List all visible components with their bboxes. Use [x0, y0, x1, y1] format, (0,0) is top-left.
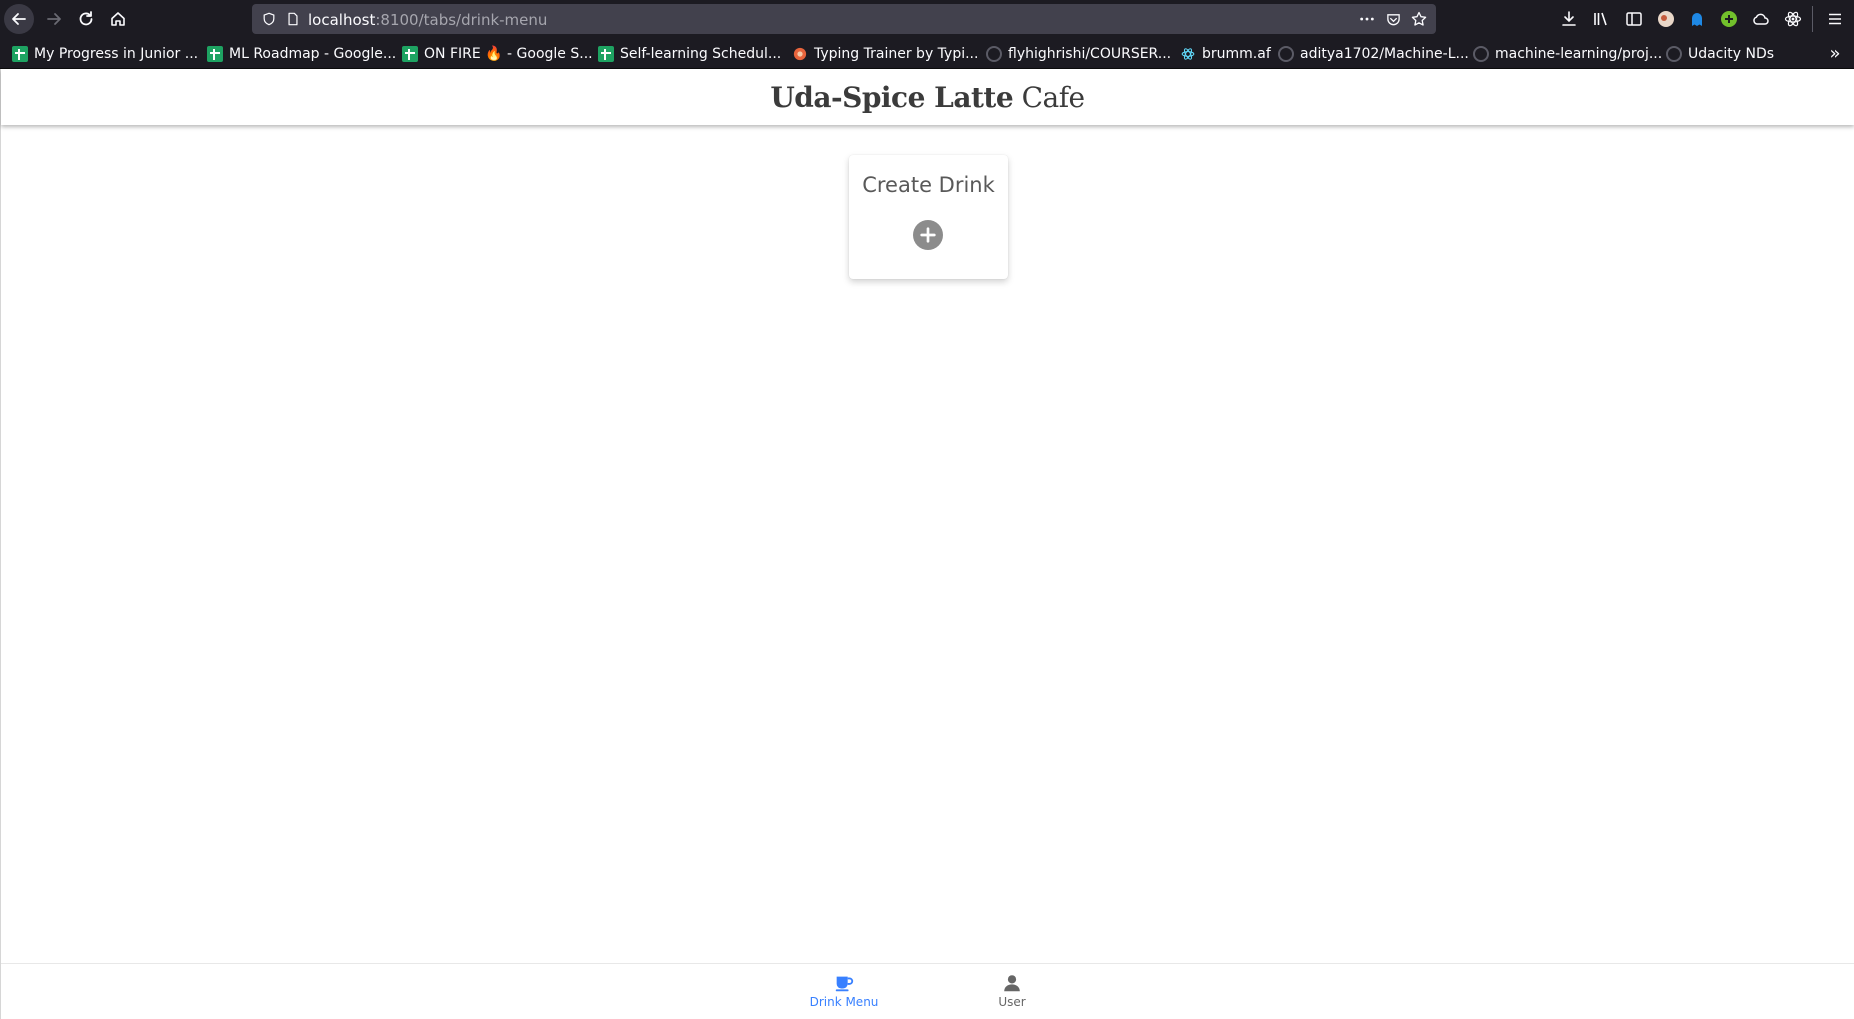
- reload-button[interactable]: [70, 4, 102, 34]
- github-icon: [1473, 46, 1489, 62]
- ghost-icon: [1692, 13, 1702, 26]
- bookmarks-overflow-chevron-icon[interactable]: »: [1824, 42, 1846, 64]
- library-icon: [1594, 12, 1607, 26]
- bookmark-item[interactable]: Udacity NDs: [1666, 44, 1774, 64]
- create-drink-title: Create Drink: [862, 173, 995, 197]
- github-icon: [1278, 46, 1294, 62]
- forward-button[interactable]: [38, 4, 70, 34]
- bookmark-label: machine-learning/proj...: [1495, 46, 1663, 62]
- url-bar[interactable]: localhost:8100/tabs/drink-menu: [252, 4, 1436, 34]
- library-button[interactable]: [1590, 8, 1612, 30]
- sidebar-button[interactable]: [1623, 8, 1645, 30]
- tab-label: Drink Menu: [809, 995, 879, 1009]
- browser-toolbar: localhost:8100/tabs/drink-menu: [0, 0, 1854, 38]
- bookmark-label: aditya1702/Machine-L...: [1300, 46, 1469, 62]
- bookmark-label: My Progress in Junior ...: [34, 46, 199, 62]
- app-header: Uda-Spice Latte Cafe: [1, 69, 1854, 125]
- url-path: :8100/tabs/drink-menu: [375, 11, 548, 29]
- plus-circle-icon: [1721, 11, 1737, 27]
- cafe-icon: [835, 976, 854, 992]
- tab-user[interactable]: User: [952, 968, 1072, 1016]
- url-text[interactable]: localhost:8100/tabs/drink-menu: [308, 11, 547, 29]
- reload-icon: [79, 11, 93, 26]
- arrow-left-icon: [12, 13, 26, 25]
- bookmark-item[interactable]: ON FIRE 🔥 - Google S...: [402, 44, 593, 64]
- extension-ghost-button[interactable]: [1686, 8, 1708, 30]
- arrow-right-icon: [47, 13, 61, 25]
- react-icon: [1180, 46, 1196, 62]
- app-menu-button[interactable]: [1824, 8, 1846, 30]
- shield-icon[interactable]: [260, 10, 278, 28]
- extension-plus-button[interactable]: [1718, 8, 1740, 30]
- bookmark-label: Self-learning Schedul...: [620, 46, 782, 62]
- create-drink-card[interactable]: Create Drink: [849, 155, 1008, 279]
- bookmark-label: flyhighrishi/COURSER...: [1008, 46, 1172, 62]
- downloads-button[interactable]: [1558, 8, 1580, 30]
- sheets-icon: [12, 46, 28, 62]
- github-icon: [1666, 46, 1682, 62]
- sheets-icon: [207, 46, 223, 62]
- tab-drink-menu[interactable]: Drink Menu: [784, 968, 904, 1016]
- hamburger-menu-icon: [1829, 13, 1841, 25]
- bookmark-label: ON FIRE 🔥 - Google S...: [424, 46, 593, 62]
- bookmark-label: ML Roadmap - Google...: [229, 46, 397, 62]
- sheets-icon: [598, 46, 614, 62]
- app-title: Uda-Spice Latte Cafe: [770, 80, 1086, 114]
- bookmark-item[interactable]: flyhighrishi/COURSER...: [986, 44, 1171, 64]
- bottom-tab-bar: Drink Menu User: [1, 963, 1854, 1019]
- bookmark-label: Udacity NDs: [1688, 46, 1775, 62]
- extension-cloud-button[interactable]: [1750, 8, 1772, 30]
- typing-icon: [792, 46, 808, 62]
- cloud-icon: [1753, 13, 1769, 25]
- bookmark-item[interactable]: aditya1702/Machine-L...: [1278, 44, 1469, 64]
- download-icon: [1562, 11, 1576, 26]
- page-icon[interactable]: [284, 10, 302, 28]
- extension-avatar-button[interactable]: [1655, 8, 1677, 30]
- github-icon: [986, 46, 1002, 62]
- bookmark-item[interactable]: Self-learning Schedul...: [598, 44, 781, 64]
- bookmarks-toolbar: My Progress in Junior ... ML Roadmap - G…: [0, 38, 1854, 69]
- tab-label: User: [998, 995, 1026, 1009]
- react-icon: [1784, 11, 1802, 27]
- bookmark-label: brumm.af: [1202, 46, 1271, 62]
- add-circle-icon[interactable]: [913, 220, 943, 250]
- bookmark-star-icon[interactable]: [1410, 10, 1428, 28]
- web-page: Uda-Spice Latte Cafe Create Drink Drink …: [0, 69, 1854, 1019]
- bookmark-item[interactable]: machine-learning/proj...: [1473, 44, 1662, 64]
- sheets-icon: [402, 46, 418, 62]
- bookmark-label: Typing Trainer by Typi...: [814, 46, 979, 62]
- pocket-icon[interactable]: [1384, 10, 1402, 28]
- back-button[interactable]: [4, 4, 34, 34]
- avatar-icon: [1658, 11, 1674, 27]
- home-button[interactable]: [102, 4, 134, 34]
- bookmark-item[interactable]: ML Roadmap - Google...: [207, 44, 396, 64]
- sidebar-icon: [1626, 12, 1642, 26]
- bookmark-item[interactable]: brumm.af: [1180, 44, 1271, 64]
- home-icon: [111, 12, 125, 26]
- app-title-bold: Uda-Spice Latte: [770, 80, 1014, 114]
- toolbar-divider: [1812, 6, 1813, 32]
- more-actions-icon[interactable]: [1358, 10, 1376, 28]
- bookmark-item[interactable]: My Progress in Junior ...: [12, 44, 198, 64]
- bookmark-item[interactable]: Typing Trainer by Typi...: [792, 44, 978, 64]
- url-host: localhost: [308, 11, 376, 29]
- extension-react-button[interactable]: [1782, 8, 1804, 30]
- app-title-light: Cafe: [1021, 80, 1086, 114]
- person-icon: [1004, 975, 1020, 992]
